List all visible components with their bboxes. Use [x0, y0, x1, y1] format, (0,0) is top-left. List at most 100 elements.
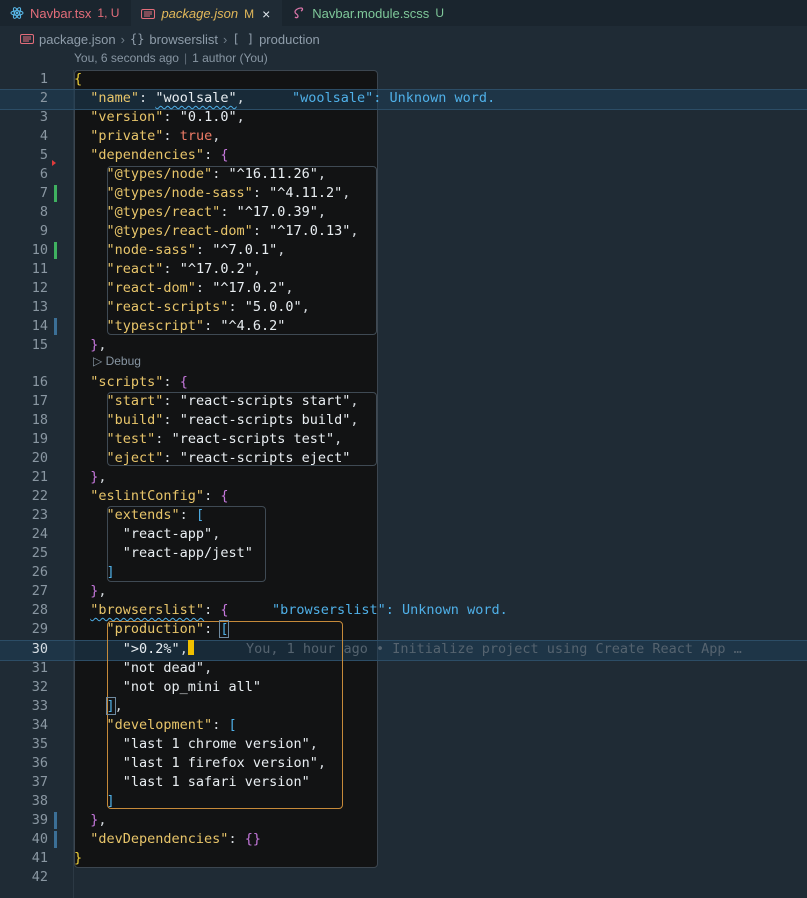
code-line: "react": "^17.0.2", — [106, 261, 261, 277]
line-number: 28 — [31, 602, 48, 618]
code-editor[interactable]: 1 { 2 "name": "woolsale", "woolsale": Unkn… — [0, 70, 807, 898]
sass-icon — [292, 6, 306, 20]
code-line: ], — [105, 697, 123, 715]
chevron-right-icon: › — [223, 31, 228, 47]
code-line: "@types/react": "^17.0.39", — [106, 204, 326, 220]
line-number: 22 — [31, 488, 48, 504]
line-number: 13 — [31, 299, 48, 315]
lens-time: You, 6 seconds ago — [74, 51, 179, 65]
line-number: 2 — [39, 90, 48, 106]
code-line: "test": "react-scripts test", — [106, 431, 343, 447]
line-number: 42 — [31, 869, 48, 885]
line-number: 4 — [39, 128, 48, 144]
tab-status: 1, U — [97, 6, 120, 20]
line-number: 19 — [31, 431, 48, 447]
code-line: "start": "react-scripts start", — [106, 393, 359, 409]
line-number: 37 — [31, 774, 48, 790]
code-line: "devDependencies": {} — [90, 831, 261, 847]
code-line: "version": "0.1.0", — [90, 109, 245, 125]
code-line: }, — [90, 583, 107, 599]
code-line: "node-sass": "^7.0.1", — [106, 242, 286, 258]
tab-label: Navbar.tsx — [30, 5, 92, 21]
line-number: 33 — [31, 698, 48, 714]
tab-navbar-tsx[interactable]: Navbar.tsx 1, U — [0, 0, 131, 26]
text-cursor — [187, 640, 194, 655]
line-number: 26 — [31, 564, 48, 580]
tab-status: U — [435, 6, 444, 20]
author-codelens[interactable]: You, 6 seconds ago | 1 author (You) — [74, 51, 268, 65]
tab-status: M — [244, 6, 255, 21]
code-line: "production": [ — [106, 620, 230, 638]
unknown-word-diagnostic: "browserslist": Unknown word. — [272, 602, 508, 618]
code-line: "react-app", — [122, 526, 221, 542]
line-number: 3 — [39, 109, 48, 125]
line-number: 39 — [31, 812, 48, 828]
code-line: "@types/node-sass": "^4.11.2", — [106, 185, 351, 201]
line-number: 9 — [39, 223, 48, 239]
code-line: "not dead", — [122, 660, 213, 676]
json-icon — [20, 32, 34, 46]
tab-bar: Navbar.tsx 1, U package.json M × Navbar.… — [0, 0, 807, 26]
code-line: "react-app/jest" — [122, 545, 253, 561]
line-number: 25 — [31, 545, 48, 561]
tab-label: package.json — [161, 6, 239, 21]
code-line: "@types/node": "^16.11.26", — [106, 166, 326, 182]
line-number: 11 — [31, 261, 48, 277]
line-number: 18 — [31, 412, 48, 428]
line-number: 38 — [31, 793, 48, 809]
code-line: ] — [106, 564, 115, 580]
unknown-word-diagnostic: "woolsale": Unknown word. — [292, 90, 496, 106]
line-number: 23 — [31, 507, 48, 523]
line-number: 1 — [39, 71, 48, 87]
line-number: 5 — [39, 147, 48, 163]
breadcrumb-production[interactable]: production — [259, 32, 320, 47]
code-line: "@types/react-dom": "^17.0.13", — [106, 223, 359, 239]
code-line: }, — [90, 812, 107, 828]
code-line: "build": "react-scripts build", — [106, 412, 359, 428]
code-line: "last 1 chrome version", — [122, 736, 318, 752]
line-number: 14 — [31, 318, 48, 334]
code-line: "scripts": { — [90, 374, 188, 390]
lens-separator: | — [183, 51, 188, 65]
tab-label: Navbar.module.scss — [312, 5, 430, 21]
line-number: 16 — [31, 374, 48, 390]
line-number: 31 — [31, 660, 48, 676]
tab-navbar-module-scss[interactable]: Navbar.module.scss U — [282, 0, 456, 26]
line-number: 15 — [31, 337, 48, 353]
close-icon[interactable]: × — [262, 6, 270, 22]
line-number: 24 — [31, 526, 48, 542]
code-line: "development": [ — [106, 717, 237, 733]
code-line: { — [74, 71, 83, 87]
code-line: "last 1 firefox version", — [122, 755, 326, 771]
code-line: "last 1 safari version" — [122, 774, 310, 790]
code-line: "extends": [ — [106, 507, 205, 523]
line-number: 8 — [39, 204, 48, 220]
code-line: "browserslist": { — [90, 602, 229, 618]
code-line: ">0.2%", — [74, 640, 194, 659]
code-line: "react-dom": "^17.0.2", — [106, 280, 294, 296]
lens-authors: 1 author (You) — [192, 51, 268, 65]
tab-package-json[interactable]: package.json M × — [131, 0, 283, 26]
code-line: } — [74, 850, 83, 866]
object-icon: {} — [129, 32, 145, 46]
code-line: "eject": "react-scripts eject" — [106, 450, 351, 466]
line-number: 30 — [31, 641, 48, 657]
line-number: 29 — [31, 621, 48, 637]
line-number: 41 — [31, 850, 48, 866]
debug-codelens[interactable]: ▷ Debug — [93, 354, 141, 368]
code-line: "dependencies": { — [90, 147, 229, 163]
line-number: 17 — [31, 393, 48, 409]
line-number: 21 — [31, 469, 48, 485]
breadcrumb: package.json › {} browserslist › [ ] pro… — [0, 30, 320, 48]
code-line: }, — [90, 337, 107, 353]
chevron-right-icon: › — [120, 31, 125, 47]
array-icon: [ ] — [232, 32, 255, 46]
line-number: 32 — [31, 679, 48, 695]
line-number: 40 — [31, 831, 48, 847]
code-line: "not op_mini all" — [122, 679, 261, 695]
code-line: "name": "woolsale", — [90, 90, 245, 106]
breadcrumb-browserslist[interactable]: browserslist — [149, 32, 218, 47]
code-line: "eslintConfig": { — [90, 488, 229, 504]
breadcrumb-file[interactable]: package.json — [39, 32, 116, 47]
react-icon — [10, 6, 24, 20]
